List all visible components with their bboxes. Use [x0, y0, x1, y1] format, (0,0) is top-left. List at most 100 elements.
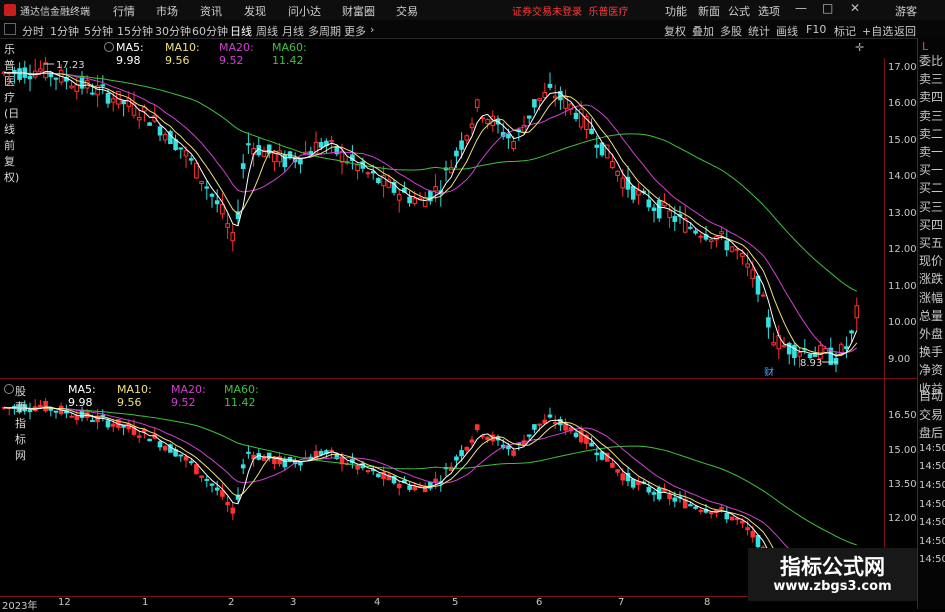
- menu-discover[interactable]: 发现: [244, 3, 266, 19]
- date-label: 3: [290, 597, 297, 608]
- btn-multi-stock[interactable]: 多股: [720, 23, 742, 39]
- btn-mark[interactable]: 标记: [834, 23, 856, 39]
- menu-function[interactable]: 功能: [665, 3, 687, 19]
- candle-body: [407, 485, 412, 490]
- candle-body: [199, 475, 204, 478]
- indicator-settings-icon[interactable]: [4, 384, 14, 394]
- app-logo-icon: [4, 4, 16, 16]
- candle-body: [246, 143, 251, 146]
- btn-f10[interactable]: F10: [806, 23, 826, 36]
- menu-new-page[interactable]: 新面: [698, 3, 720, 19]
- candle-body: [17, 68, 22, 80]
- candle-body: [698, 235, 704, 238]
- candle-body: [750, 530, 756, 538]
- panel-toggle-icon[interactable]: [4, 23, 16, 35]
- close-icon[interactable]: ✕: [850, 1, 860, 15]
- candle-body: [506, 134, 511, 139]
- period-more[interactable]: 更多: [344, 23, 366, 39]
- candle-body: [209, 193, 215, 197]
- crosshair-icon[interactable]: ✛: [855, 41, 864, 54]
- candle-body: [745, 263, 750, 268]
- candle-body: [90, 92, 95, 95]
- candle-body: [526, 115, 532, 119]
- candle-body: [552, 95, 558, 99]
- candle-body: [396, 483, 402, 489]
- maximize-icon[interactable]: □: [822, 1, 833, 15]
- menu-ask[interactable]: 问小达: [288, 3, 321, 19]
- candle-body: [230, 232, 236, 242]
- upper-candle-chart[interactable]: 17.23 8.93 财: [0, 56, 884, 376]
- period-1min[interactable]: 1分钟: [50, 23, 79, 39]
- candle-body: [646, 487, 652, 493]
- period-60min[interactable]: 60分钟: [192, 23, 228, 39]
- price-label: 16.00: [888, 98, 917, 109]
- period-weekly[interactable]: 周线: [256, 23, 278, 39]
- candle-body: [818, 345, 823, 360]
- candle-body: [844, 346, 849, 349]
- candle-body: [396, 194, 402, 201]
- candle-body: [84, 80, 90, 89]
- menu-trade[interactable]: 交易: [396, 3, 418, 19]
- btn-restore-rights[interactable]: 复权: [664, 23, 686, 39]
- login-status[interactable]: 证券交易未登录 乐普医疗: [512, 3, 628, 18]
- menu-news[interactable]: 资讯: [200, 3, 222, 19]
- candle-body: [594, 144, 600, 148]
- candle-body: [729, 516, 735, 521]
- settings-icon[interactable]: [104, 42, 114, 52]
- candle-body: [339, 150, 345, 163]
- candle-body: [225, 501, 230, 506]
- menu-options[interactable]: 选项: [758, 3, 780, 19]
- candle-body: [422, 196, 428, 207]
- period-monthly[interactable]: 月线: [282, 23, 304, 39]
- candle-body: [615, 469, 620, 473]
- btn-overlay[interactable]: 叠加: [692, 23, 714, 39]
- menu-market[interactable]: 市场: [156, 3, 178, 19]
- menu-wealth[interactable]: 财富圈: [342, 3, 375, 19]
- lower-ma5: MA5: 9.98: [68, 383, 96, 409]
- period-30min[interactable]: 30分钟: [155, 23, 191, 39]
- candle-body: [272, 152, 277, 163]
- period-5min[interactable]: 5分钟: [84, 23, 113, 39]
- minimize-icon[interactable]: —: [795, 1, 807, 15]
- lower-ma10: MA10: 9.56: [117, 383, 152, 409]
- side-quote-label: 卖一: [919, 145, 944, 159]
- period-15min[interactable]: 15分钟: [117, 23, 153, 39]
- side-quote-label: 委比: [919, 54, 944, 68]
- candle-body: [740, 520, 745, 524]
- candle-body: [282, 154, 288, 168]
- side-quote-label: 买四: [919, 217, 944, 232]
- period-daily[interactable]: 日线: [230, 23, 252, 39]
- candle-body: [823, 347, 828, 353]
- candle-body: [329, 140, 334, 143]
- guest-label[interactable]: 游客: [895, 3, 917, 19]
- candle-body: [511, 140, 516, 150]
- candle-body: [178, 147, 184, 150]
- side-quote-label: 买一: [919, 163, 944, 178]
- side-quote-label: 卖四: [919, 90, 944, 105]
- menu-formula[interactable]: 公式: [728, 3, 750, 19]
- period-multi[interactable]: 多周期: [308, 23, 341, 39]
- side-quote-label: 现价: [919, 254, 944, 269]
- candle-body: [43, 62, 48, 79]
- candle-body: [162, 134, 168, 141]
- candle-body: [240, 464, 246, 469]
- period-timeline[interactable]: 分时: [22, 23, 44, 39]
- candle-body: [610, 160, 615, 169]
- side-tick-label: 14:50: [919, 442, 945, 454]
- date-label: 6: [536, 597, 543, 608]
- menu-quotes[interactable]: 行情: [113, 3, 135, 19]
- candle-body: [745, 527, 750, 531]
- candle-body: [760, 294, 766, 297]
- candle-body: [755, 534, 761, 548]
- more-chevron-icon[interactable]: ›: [370, 23, 374, 36]
- candle-body: [693, 230, 698, 234]
- btn-add-watchlist[interactable]: +自选: [862, 23, 893, 39]
- btn-draw-line[interactable]: 画线: [776, 23, 798, 39]
- panel-separator: [0, 378, 917, 379]
- candle-body: [110, 98, 116, 103]
- btn-back[interactable]: 返回: [894, 23, 916, 39]
- candle-body: [469, 439, 475, 443]
- candle-body: [121, 425, 126, 428]
- candle-body: [412, 486, 418, 491]
- btn-statistics[interactable]: 统计: [748, 23, 770, 39]
